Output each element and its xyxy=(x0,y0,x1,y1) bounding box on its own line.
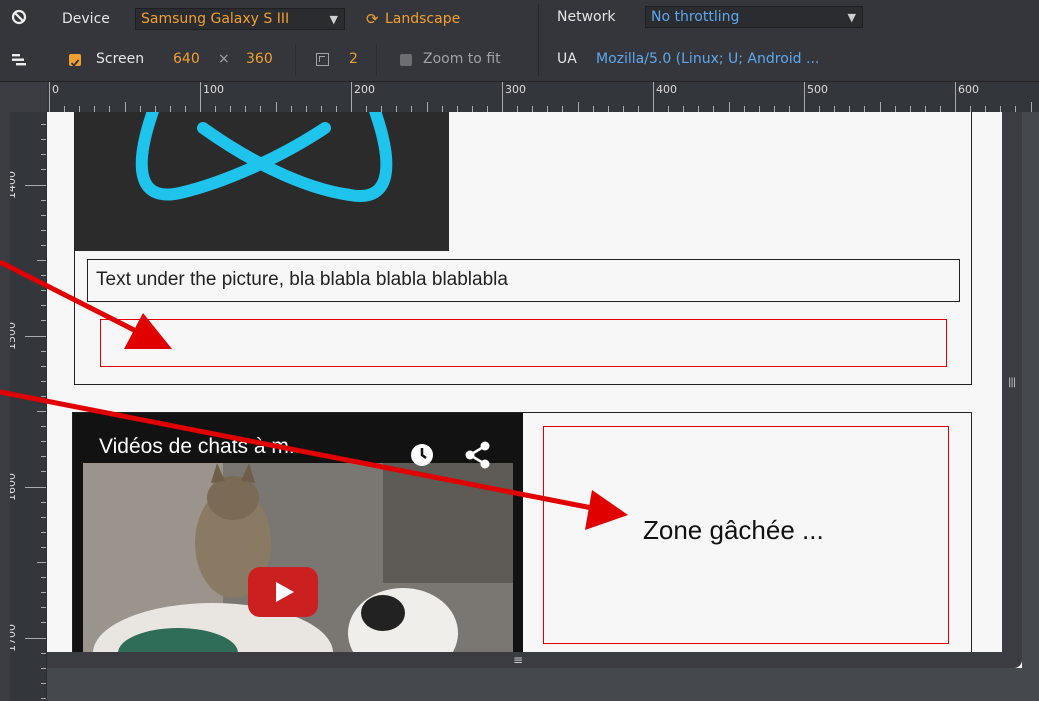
ruler-label: 100 xyxy=(203,83,224,96)
cat-thumbnail-graphic xyxy=(83,463,513,652)
play-icon xyxy=(276,582,294,602)
dpr-input[interactable]: 2 xyxy=(349,48,358,70)
rotate-icon[interactable]: ⟳ xyxy=(366,8,379,30)
ruler-tick xyxy=(37,411,46,412)
ruler-label: 1600 xyxy=(10,472,18,501)
zoom-to-fit-label: Zoom to fit xyxy=(423,51,501,67)
video-title[interactable]: Vidéos de chats à m... xyxy=(99,435,306,459)
device-mode-icon[interactable] xyxy=(6,48,32,74)
horizontal-ruler: 0 100 200 300 400 500 600 xyxy=(47,82,1039,112)
caption-box: Text under the picture, bla blabla blabl… xyxy=(87,259,960,302)
screen-height-input[interactable]: 360 xyxy=(246,48,273,70)
landscape-button[interactable]: Landscape xyxy=(385,8,460,30)
toolbar-separator xyxy=(538,4,539,76)
wasted-space-highlight-top xyxy=(100,319,947,367)
wasted-zone-label: Zone gâchée ... xyxy=(643,515,824,545)
ruler-tick xyxy=(728,102,730,112)
ruler-tick xyxy=(124,102,126,112)
chevron-down-icon: ▼ xyxy=(329,13,338,26)
ruler-label: 0 xyxy=(52,83,59,96)
ruler-tick xyxy=(37,562,46,563)
clock-icon[interactable] xyxy=(410,443,434,467)
youtube-play-button[interactable] xyxy=(248,567,318,617)
ruler-label: 200 xyxy=(354,83,375,96)
zoom-to-fit-checkbox[interactable] xyxy=(400,54,412,66)
ruler-label: 1400 xyxy=(10,170,18,199)
network-select[interactable]: No throttling ▼ xyxy=(645,6,863,28)
device-select[interactable]: Samsung Galaxy S III ▼ xyxy=(135,8,345,30)
screen-label: Screen xyxy=(96,51,145,67)
ruler-tick xyxy=(25,637,46,639)
share-icon[interactable] xyxy=(465,441,491,469)
ruler-tick xyxy=(37,260,46,261)
ruler-tick xyxy=(653,82,654,112)
ruler-label: 1700 xyxy=(10,623,18,652)
ruler-label: 500 xyxy=(807,83,828,96)
ruler-tick xyxy=(25,184,46,186)
ruler-tick xyxy=(879,102,881,112)
video-card: Vidéos de chats à m... Zone gâchée ... xyxy=(72,412,972,652)
screen-width-input[interactable]: 640 xyxy=(173,48,200,70)
ua-label: UA xyxy=(557,51,577,67)
ruler-tick xyxy=(200,82,201,112)
ruler-tick xyxy=(577,102,579,112)
ruler-tick xyxy=(49,82,50,112)
network-select-value: No throttling xyxy=(651,9,740,25)
emulation-toolbar: Device Samsung Galaxy S III ▼ ⟳ Landscap… xyxy=(0,0,1039,82)
video-thumbnail[interactable] xyxy=(83,463,513,652)
ruler-label: 600 xyxy=(958,83,979,96)
outer-frame-right xyxy=(1022,112,1039,668)
emulated-viewport[interactable]: Text under the picture, bla blabla blabl… xyxy=(47,112,1002,652)
ruler-tick xyxy=(25,486,46,488)
ruler-tick xyxy=(426,102,428,112)
ruler-tick xyxy=(275,102,277,112)
viewport-resize-handle-bottom[interactable]: ≡ xyxy=(47,652,1002,668)
devtools-emulation-screen: Device Samsung Galaxy S III ▼ ⟳ Landscap… xyxy=(0,0,1039,701)
toolbar-separator xyxy=(295,44,296,76)
no-emulation-icon[interactable] xyxy=(6,4,32,30)
ruler-tick xyxy=(351,82,352,112)
screen-checkbox[interactable] xyxy=(69,54,81,67)
caption-text: Text under the picture, bla blabla blabl… xyxy=(96,269,508,290)
ruler-label: 1500 xyxy=(10,321,18,350)
toolbar-separator xyxy=(376,44,377,76)
device-pixel-ratio-icon xyxy=(316,53,329,66)
ruler-tick xyxy=(1030,102,1032,112)
ruler-tick xyxy=(955,82,956,112)
device-select-value: Samsung Galaxy S III xyxy=(141,11,290,27)
ruler-tick xyxy=(804,82,805,112)
screen-times-sign: × xyxy=(218,51,230,67)
ruler-tick xyxy=(25,335,46,337)
ruler-tick xyxy=(502,82,503,112)
outer-frame-bottom xyxy=(47,668,1039,701)
youtube-embed[interactable]: Vidéos de chats à m... xyxy=(73,413,523,652)
resize-grip-icon: ≡ xyxy=(513,653,524,667)
chevron-down-icon: ▼ xyxy=(847,11,856,24)
logo-graphic xyxy=(135,112,393,202)
device-label: Device xyxy=(62,11,110,27)
vertical-ruler: 1400 1500 1600 1700 xyxy=(10,112,47,701)
resize-grip-icon: ||| xyxy=(1008,377,1016,388)
network-label: Network xyxy=(557,9,616,25)
image-card: Text under the picture, bla blabla blabl… xyxy=(74,112,972,385)
logo-picture xyxy=(75,112,449,251)
ruler-label: 300 xyxy=(505,83,526,96)
user-agent-input[interactable]: Mozilla/5.0 (Linux; U; Android ... xyxy=(596,48,819,70)
viewport-resize-handle-right[interactable]: ||| xyxy=(1002,112,1022,668)
ruler-label: 400 xyxy=(656,83,677,96)
